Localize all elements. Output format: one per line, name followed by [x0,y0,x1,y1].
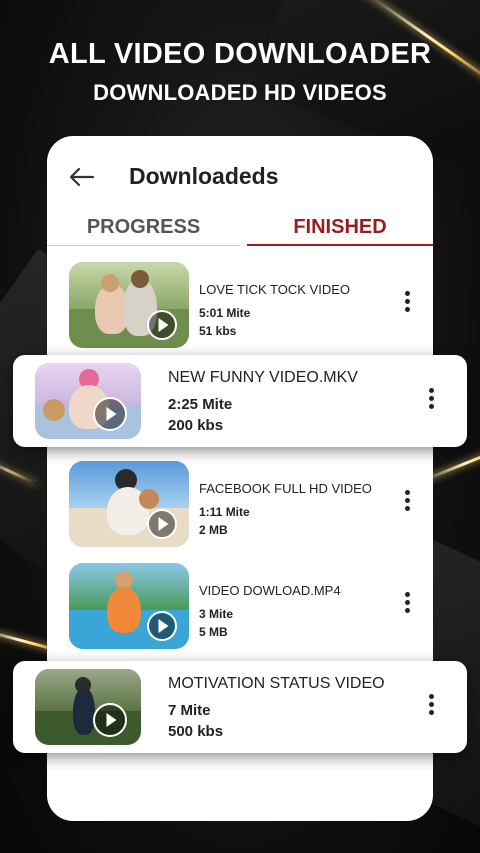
page-title: Downloadeds [129,163,279,189]
video-duration: 3 Mite [199,607,234,621]
more-vertical-icon[interactable] [403,490,411,514]
more-vertical-icon[interactable] [427,388,435,412]
play-icon[interactable] [93,703,127,737]
video-size: 51 kbs [199,324,237,338]
video-size: 5 MB [199,625,228,639]
video-size: 2 MB [199,523,228,537]
video-thumbnail[interactable] [69,461,189,547]
video-duration: 1:11 Mite [199,505,250,519]
video-duration: 5:01 Mite [199,306,251,320]
video-duration: 7 Mite [168,702,211,719]
play-icon[interactable] [147,611,177,641]
video-list-item[interactable]: LOVE TICK TOCK VIDEO 5:01 Mite 51 kbs [69,262,425,352]
video-size: 500 kbs [168,723,224,740]
video-info: MOTIVATION STATUS VIDEO 7 Mite 500 kbs [168,675,385,740]
video-list-item-highlighted[interactable]: NEW FUNNY VIDEO.MKV 2:25 Mite 200 kbs [13,355,467,447]
video-info: LOVE TICK TOCK VIDEO 5:01 Mite 51 kbs [199,282,350,338]
video-info: FACEBOOK FULL HD VIDEO 1:11 Mite 2 MB [199,481,372,537]
more-vertical-icon[interactable] [403,592,411,616]
video-list-item-highlighted[interactable]: MOTIVATION STATUS VIDEO 7 Mite 500 kbs [13,661,467,753]
play-icon[interactable] [93,397,127,431]
promo-title: ALL VIDEO DOWNLOADER [48,38,432,70]
arrow-left-icon[interactable] [67,162,97,192]
video-thumbnail[interactable] [69,563,189,649]
video-info: NEW FUNNY VIDEO.MKV 2:25 Mite 200 kbs [168,369,358,434]
app-bar: Downloadeds [47,136,433,218]
video-title: FACEBOOK FULL HD VIDEO [199,481,372,496]
video-thumbnail[interactable] [35,669,141,745]
play-icon[interactable] [147,310,177,340]
video-list-item[interactable]: FACEBOOK FULL HD VIDEO 1:11 Mite 2 MB [69,461,425,551]
video-duration: 2:25 Mite [168,396,233,413]
video-info: VIDEO DOWLOAD.MP4 3 Mite 5 MB [199,583,341,639]
video-title: NEW FUNNY VIDEO.MKV [168,369,358,386]
video-title: MOTIVATION STATUS VIDEO [168,675,385,692]
video-thumbnail[interactable] [69,262,189,348]
tab-finished[interactable]: FINISHED [247,212,433,246]
more-vertical-icon[interactable] [403,291,411,315]
video-thumbnail[interactable] [35,363,141,439]
video-size: 200 kbs [168,417,224,434]
play-icon[interactable] [147,509,177,539]
video-title: VIDEO DOWLOAD.MP4 [199,583,341,598]
more-vertical-icon[interactable] [427,694,435,718]
video-list-item[interactable]: VIDEO DOWLOAD.MP4 3 Mite 5 MB [69,563,425,653]
promo-subtitle: DOWNLOADED HD VIDEOS [93,80,387,105]
tab-progress[interactable]: PROGRESS [47,212,240,246]
tab-bar: PROGRESS FINISHED [47,212,433,246]
video-title: LOVE TICK TOCK VIDEO [199,282,350,297]
